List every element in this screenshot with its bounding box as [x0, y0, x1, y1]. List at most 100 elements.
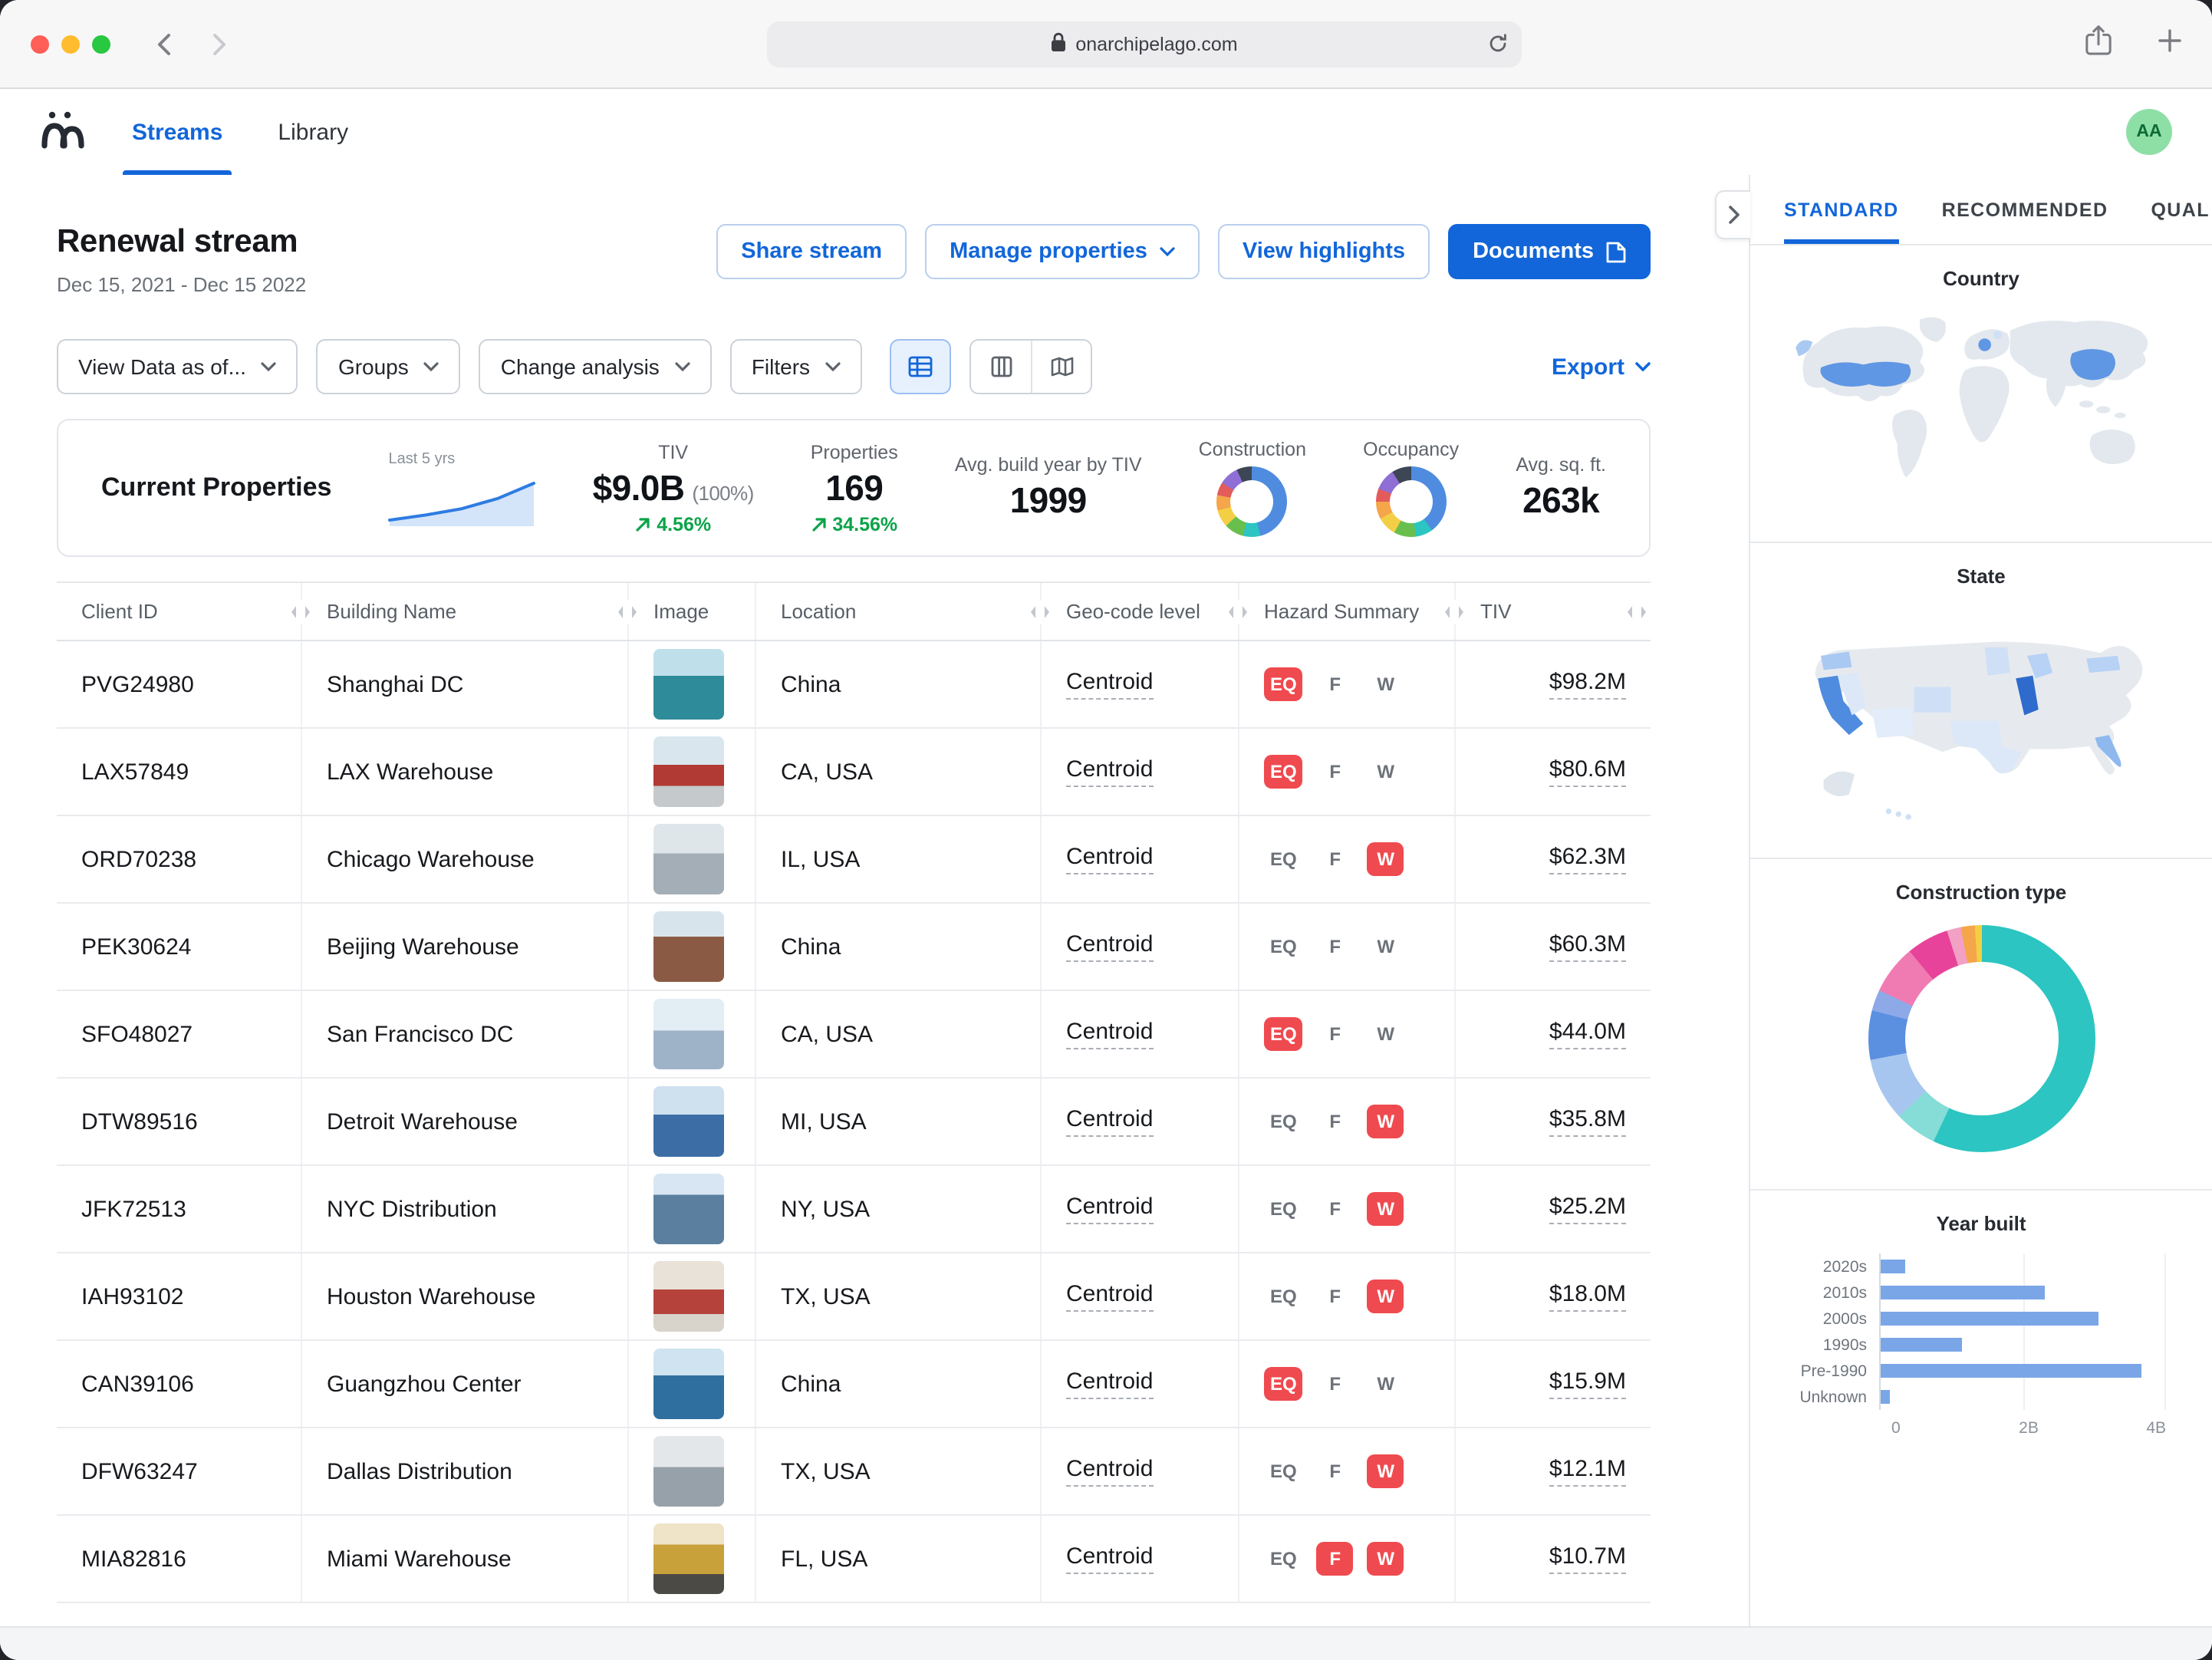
property-image[interactable] — [653, 736, 724, 807]
column-view-button[interactable] — [971, 341, 1031, 393]
hazard-badge-w[interactable]: W — [1368, 1542, 1404, 1576]
hazard-badge-eq[interactable]: EQ — [1264, 1454, 1303, 1488]
geocode-level[interactable]: Centroid — [1066, 1543, 1153, 1574]
share-stream-button[interactable]: Share stream — [716, 224, 907, 279]
table-row[interactable]: JFK72513 NYC Distribution NY, USA Centro… — [57, 1166, 1651, 1253]
close-window-button[interactable] — [31, 35, 49, 53]
hazard-badge-f[interactable]: F — [1317, 667, 1354, 701]
export-dropdown[interactable]: Export — [1552, 354, 1651, 380]
hazard-badge-eq[interactable]: EQ — [1264, 667, 1303, 701]
tiv-value[interactable]: $10.7M — [1549, 1543, 1626, 1574]
hazard-badge-w[interactable]: W — [1368, 667, 1404, 701]
tiv-value[interactable]: $35.8M — [1549, 1106, 1626, 1137]
property-image[interactable] — [653, 824, 724, 894]
column-resize-handle[interactable] — [1623, 600, 1651, 624]
table-row[interactable]: SFO48027 San Francisco DC CA, USA Centro… — [57, 991, 1651, 1079]
table-row[interactable]: MIA82816 Miami Warehouse FL, USA Centroi… — [57, 1516, 1651, 1603]
column-header-location[interactable]: Location — [755, 583, 1040, 640]
table-row[interactable]: LAX57849 LAX Warehouse CA, USA Centroid … — [57, 729, 1651, 816]
hazard-badge-f[interactable]: F — [1317, 1192, 1354, 1226]
panel-tab-quality[interactable]: QUAL — [2151, 175, 2209, 244]
table-row[interactable]: DFW63247 Dallas Distribution TX, USA Cen… — [57, 1428, 1651, 1516]
tiv-value[interactable]: $18.0M — [1549, 1281, 1626, 1312]
column-header-geocode[interactable]: Geo-code level — [1040, 583, 1238, 640]
address-bar[interactable]: onarchipelago.com — [767, 21, 1522, 68]
geocode-level[interactable]: Centroid — [1066, 1456, 1153, 1487]
tiv-value[interactable]: $80.6M — [1549, 756, 1626, 787]
manage-properties-button[interactable]: Manage properties — [925, 224, 1200, 279]
geocode-level[interactable]: Centroid — [1066, 756, 1153, 787]
geocode-level[interactable]: Centroid — [1066, 1194, 1153, 1224]
archipelago-logo[interactable] — [40, 108, 86, 156]
geocode-level[interactable]: Centroid — [1066, 844, 1153, 874]
hazard-badge-w[interactable]: W — [1368, 1454, 1404, 1488]
map-view-button[interactable] — [1031, 341, 1091, 393]
hazard-badge-eq[interactable]: EQ — [1264, 1017, 1303, 1051]
hazard-badge-f[interactable]: F — [1317, 930, 1354, 963]
table-row[interactable]: PVG24980 Shanghai DC China Centroid EQ F… — [57, 641, 1651, 729]
column-header-building-name[interactable]: Building Name — [301, 583, 627, 640]
property-image[interactable] — [653, 911, 724, 982]
tiv-value[interactable]: $44.0M — [1549, 1019, 1626, 1049]
column-resize-handle[interactable] — [287, 600, 314, 624]
property-image[interactable] — [653, 649, 724, 720]
tiv-value[interactable]: $15.9M — [1549, 1369, 1626, 1399]
geocode-level[interactable]: Centroid — [1066, 1281, 1153, 1312]
avatar[interactable]: AA — [2126, 109, 2172, 155]
hazard-badge-f[interactable]: F — [1317, 842, 1354, 876]
hazard-badge-f[interactable]: F — [1317, 1367, 1354, 1401]
tiv-value[interactable]: $62.3M — [1549, 844, 1626, 874]
column-header-image[interactable]: Image — [627, 583, 755, 640]
hazard-badge-f[interactable]: F — [1317, 1454, 1354, 1488]
back-icon[interactable] — [156, 31, 172, 56]
hazard-badge-eq[interactable]: EQ — [1264, 930, 1303, 963]
column-resize-handle[interactable] — [1026, 600, 1054, 624]
change-analysis-dropdown[interactable]: Change analysis — [479, 339, 712, 394]
geocode-level[interactable]: Centroid — [1066, 669, 1153, 700]
new-tab-icon[interactable] — [2158, 28, 2181, 59]
geocode-level[interactable]: Centroid — [1066, 931, 1153, 962]
hazard-badge-w[interactable]: W — [1368, 755, 1404, 789]
hazard-badge-f[interactable]: F — [1317, 1017, 1354, 1051]
tiv-value[interactable]: $98.2M — [1549, 669, 1626, 700]
table-view-button[interactable] — [890, 339, 951, 394]
filters-dropdown[interactable]: Filters — [730, 339, 862, 394]
property-image[interactable] — [653, 999, 724, 1069]
collapse-panel-button[interactable] — [1715, 190, 1750, 239]
hazard-badge-eq[interactable]: EQ — [1264, 1280, 1303, 1313]
geocode-level[interactable]: Centroid — [1066, 1019, 1153, 1049]
tab-library[interactable]: Library — [278, 89, 348, 175]
hazard-badge-f[interactable]: F — [1317, 755, 1354, 789]
column-header-client-id[interactable]: Client ID — [57, 583, 301, 640]
hazard-badge-f[interactable]: F — [1317, 1280, 1354, 1313]
property-image[interactable] — [653, 1174, 724, 1244]
property-image[interactable] — [653, 1261, 724, 1332]
hazard-badge-eq[interactable]: EQ — [1264, 1105, 1303, 1138]
view-data-as-of-dropdown[interactable]: View Data as of... — [57, 339, 298, 394]
column-header-tiv[interactable]: TIV — [1454, 583, 1651, 640]
table-row[interactable]: IAH93102 Houston Warehouse TX, USA Centr… — [57, 1253, 1651, 1341]
geocode-level[interactable]: Centroid — [1066, 1106, 1153, 1137]
hazard-badge-eq[interactable]: EQ — [1264, 1367, 1303, 1401]
panel-tab-recommended[interactable]: RECOMMENDED — [1942, 175, 2108, 244]
hazard-badge-eq[interactable]: EQ — [1264, 755, 1303, 789]
column-resize-handle[interactable] — [1440, 600, 1468, 624]
hazard-badge-w[interactable]: W — [1368, 1192, 1404, 1226]
column-resize-handle[interactable] — [614, 600, 641, 624]
hazard-badge-w[interactable]: W — [1368, 842, 1404, 876]
column-resize-handle[interactable] — [1224, 600, 1252, 624]
column-header-hazard[interactable]: Hazard Summary — [1238, 583, 1454, 640]
hazard-badge-eq[interactable]: EQ — [1264, 842, 1303, 876]
reload-icon[interactable] — [1488, 34, 1508, 58]
property-image[interactable] — [653, 1436, 724, 1507]
groups-dropdown[interactable]: Groups — [317, 339, 461, 394]
hazard-badge-f[interactable]: F — [1317, 1105, 1354, 1138]
tab-streams[interactable]: Streams — [132, 89, 222, 175]
tiv-value[interactable]: $60.3M — [1549, 931, 1626, 962]
hazard-badge-w[interactable]: W — [1368, 930, 1404, 963]
hazard-badge-w[interactable]: W — [1368, 1280, 1404, 1313]
property-image[interactable] — [653, 1349, 724, 1419]
hazard-badge-w[interactable]: W — [1368, 1105, 1404, 1138]
hazard-badge-w[interactable]: W — [1368, 1017, 1404, 1051]
tiv-value[interactable]: $12.1M — [1549, 1456, 1626, 1487]
